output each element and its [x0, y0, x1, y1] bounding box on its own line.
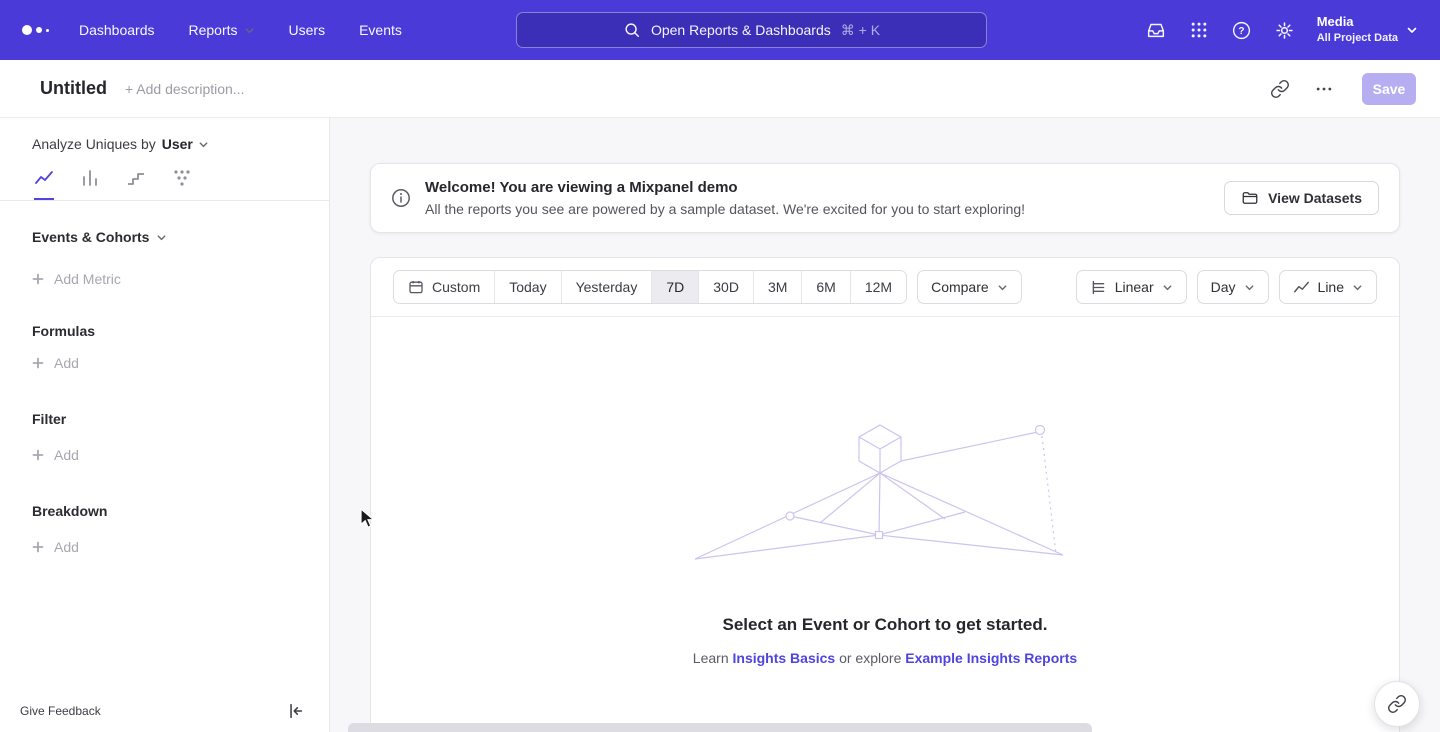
chevron-down-icon	[1406, 24, 1418, 36]
empty-state-links: Learn Insights Basics or explore Example…	[371, 650, 1399, 666]
plus-icon	[32, 449, 44, 461]
range-30d-button[interactable]: 30D	[699, 271, 754, 303]
chevron-down-icon	[1162, 282, 1173, 293]
analyze-uniques-row: Analyze Uniques by User	[0, 118, 329, 152]
svg-text:?: ?	[1238, 26, 1244, 37]
share-link-fab[interactable]	[1374, 681, 1420, 727]
range-6m-button[interactable]: 6M	[802, 271, 850, 303]
tab-insights-line-icon[interactable]	[34, 168, 54, 200]
range-12m-button[interactable]: 12M	[851, 271, 906, 303]
scale-dropdown[interactable]: Linear	[1076, 270, 1187, 304]
add-breakdown-button[interactable]: Add	[0, 539, 329, 555]
tab-retention-steps-icon[interactable]	[126, 168, 146, 200]
apps-grid-icon[interactable]	[1189, 20, 1209, 40]
chevron-down-icon	[198, 139, 209, 150]
top-nav: Dashboards Reports Users Events Open Rep…	[0, 0, 1440, 60]
metric-type-tabs	[0, 152, 329, 201]
help-icon[interactable]: ?	[1231, 20, 1252, 41]
plus-icon	[32, 357, 44, 369]
chart-type-dropdown[interactable]: Line	[1279, 270, 1377, 304]
breakdown-section-title: Breakdown	[0, 503, 329, 519]
report-card: Custom Today Yesterday 7D 30D 3M 6M 12M …	[370, 257, 1400, 732]
nav-item-dashboards[interactable]: Dashboards	[79, 22, 155, 38]
tab-bar-chart-icon[interactable]	[80, 168, 100, 200]
range-7d-button[interactable]: 7D	[652, 271, 699, 303]
banner-subtitle: All the reports you see are powered by a…	[425, 201, 1025, 217]
link-icon	[1387, 694, 1407, 714]
project-selector[interactable]: Media All Project Data	[1317, 14, 1418, 45]
primary-nav: Dashboards Reports Users Events	[79, 22, 402, 38]
search-placeholder: Open Reports & Dashboards	[651, 22, 831, 38]
add-metric-button[interactable]: Add Metric	[0, 271, 329, 287]
chevron-down-icon	[1244, 282, 1255, 293]
query-builder-sidebar: Analyze Uniques by User Events & Cohorts…	[0, 118, 330, 732]
copy-link-icon[interactable]	[1266, 75, 1294, 103]
interval-dropdown[interactable]: Day	[1197, 270, 1269, 304]
project-name: Media	[1317, 14, 1398, 31]
chevron-down-icon	[156, 232, 167, 243]
welcome-banner: Welcome! You are viewing a Mixpanel demo…	[370, 163, 1400, 233]
empty-state-title: Select an Event or Cohort to get started…	[371, 615, 1399, 635]
range-custom-button[interactable]: Custom	[394, 271, 495, 303]
nav-item-events[interactable]: Events	[359, 22, 402, 38]
plus-icon	[32, 541, 44, 553]
add-filter-button[interactable]: Add	[0, 447, 329, 463]
plus-icon	[32, 273, 44, 285]
analyze-label: Analyze Uniques by	[32, 136, 156, 152]
chevron-down-icon	[244, 25, 255, 36]
main-content: Welcome! You are viewing a Mixpanel demo…	[330, 118, 1440, 732]
inbox-icon[interactable]	[1145, 19, 1167, 41]
filter-section-title: Filter	[0, 411, 329, 427]
chevron-down-icon	[1352, 282, 1363, 293]
report-header: Untitled + Add description... Save	[0, 60, 1440, 118]
add-description-field[interactable]: + Add description...	[125, 81, 244, 97]
tab-flows-dots-icon[interactable]	[172, 168, 192, 200]
nav-item-reports[interactable]: Reports	[189, 22, 255, 38]
empty-state-illustration	[695, 417, 1075, 569]
formulas-section-title: Formulas	[0, 323, 329, 339]
give-feedback-link[interactable]: Give Feedback	[20, 704, 101, 718]
line-chart-icon	[1293, 279, 1310, 296]
calendar-icon	[408, 279, 424, 295]
compare-dropdown[interactable]: Compare	[917, 270, 1022, 304]
view-datasets-button[interactable]: View Datasets	[1224, 181, 1379, 215]
analyze-value-dropdown[interactable]: User	[162, 136, 209, 152]
project-scope: All Project Data	[1317, 31, 1398, 45]
example-insights-reports-link[interactable]: Example Insights Reports	[905, 650, 1077, 666]
collapse-sidebar-icon[interactable]	[287, 702, 305, 720]
mixpanel-logo[interactable]	[22, 25, 49, 35]
report-toolbar: Custom Today Yesterday 7D 30D 3M 6M 12M …	[371, 258, 1399, 317]
add-formula-button[interactable]: Add	[0, 355, 329, 371]
nav-item-users[interactable]: Users	[289, 22, 326, 38]
search-shortcut: ⌘ + K	[841, 22, 880, 39]
report-title[interactable]: Untitled	[40, 78, 107, 99]
empty-state: Select an Event or Cohort to get started…	[371, 417, 1399, 666]
linear-scale-icon	[1090, 279, 1107, 296]
gear-icon[interactable]	[1274, 20, 1295, 41]
range-today-button[interactable]: Today	[495, 271, 561, 303]
range-yesterday-button[interactable]: Yesterday	[562, 271, 653, 303]
date-range-segmented-control: Custom Today Yesterday 7D 30D 3M 6M 12M	[393, 270, 907, 304]
search-icon	[623, 21, 641, 39]
global-search-input[interactable]: Open Reports & Dashboards ⌘ + K	[516, 12, 987, 48]
info-icon	[391, 188, 411, 208]
range-3m-button[interactable]: 3M	[754, 271, 802, 303]
folder-icon	[1241, 189, 1259, 207]
insights-basics-link[interactable]: Insights Basics	[733, 650, 836, 666]
save-button[interactable]: Save	[1362, 73, 1416, 105]
more-options-icon[interactable]	[1310, 75, 1338, 103]
horizontal-scrollbar[interactable]	[348, 723, 1092, 732]
chevron-down-icon	[997, 282, 1008, 293]
banner-title: Welcome! You are viewing a Mixpanel demo	[425, 179, 1025, 196]
events-cohorts-section[interactable]: Events & Cohorts	[0, 229, 329, 245]
